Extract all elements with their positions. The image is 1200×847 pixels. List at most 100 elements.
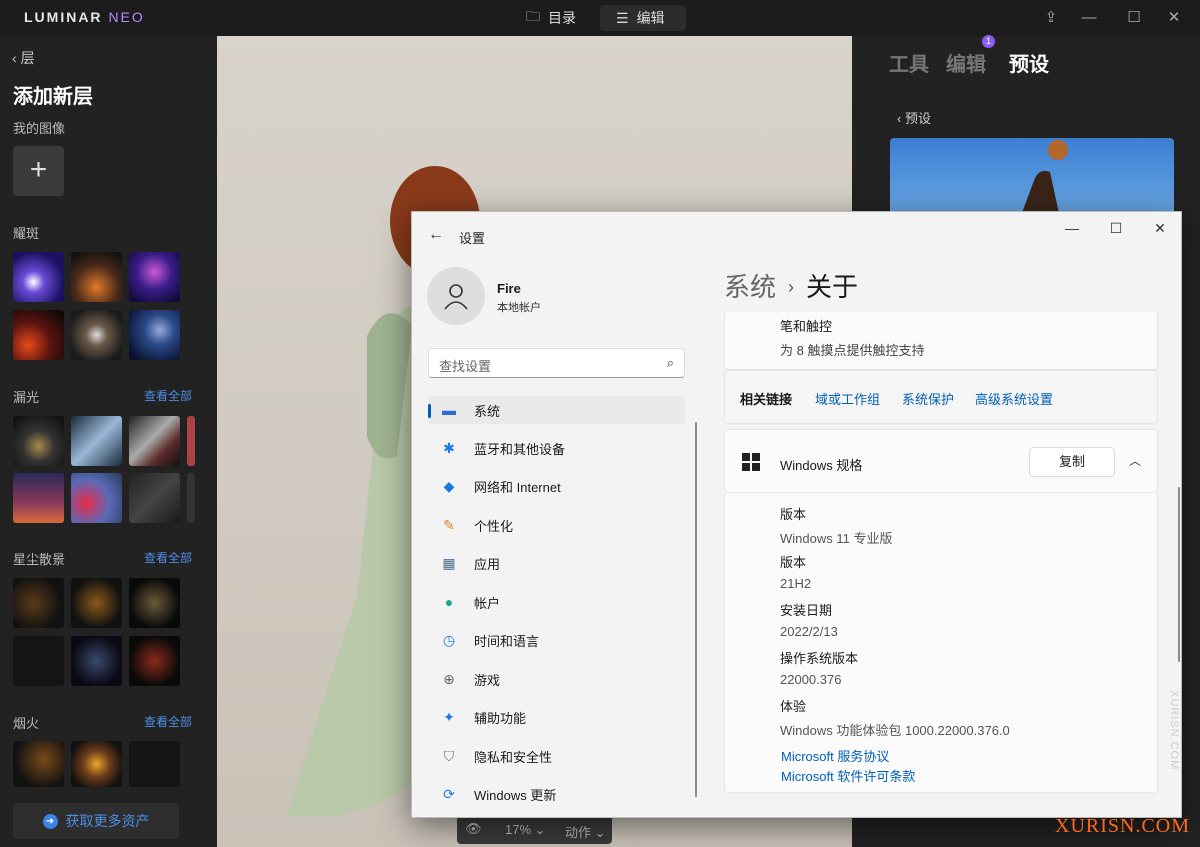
spec-label: 安装日期 <box>780 603 833 618</box>
firework-thumb[interactable] <box>13 741 64 787</box>
tab-edit[interactable]: 编辑 <box>946 48 986 77</box>
breadcrumb-current: 关于 <box>806 272 859 302</box>
windows-spec-title: Windows 规格 <box>780 458 863 473</box>
firework-thumb[interactable] <box>129 741 180 787</box>
stardust-thumb[interactable] <box>71 578 122 628</box>
spec-label: 版本 <box>780 555 807 570</box>
advanced-settings-link[interactable]: 高级系统设置 <box>975 389 1053 408</box>
license-terms-link[interactable]: Microsoft 软件许可条款 <box>781 766 915 785</box>
leak-thumb[interactable] <box>187 416 195 466</box>
nav-item-privacy[interactable]: ⛉ 隐私和安全性 <box>428 742 685 770</box>
nav-item-gaming[interactable]: ⊕ 游戏 <box>428 665 685 693</box>
stardust-thumb[interactable] <box>71 636 122 686</box>
update-icon: ⟳ <box>443 785 455 802</box>
share-icon[interactable]: ⇪ <box>1041 8 1061 28</box>
add-image-button[interactable]: + <box>13 146 64 196</box>
bluetooth-icon: ✱ <box>443 439 455 456</box>
eye-icon[interactable]: 👁 <box>465 821 482 837</box>
flare-thumb[interactable] <box>71 252 122 302</box>
avatar[interactable] <box>427 267 485 325</box>
leak-thumb[interactable] <box>71 473 122 523</box>
tab-presets[interactable]: 预设 <box>1009 48 1049 77</box>
settings-window: ← 设置 — ☐ ✕ Fire 本地帐户 查找设置 ⌕ ▬ 系统 ✱ 蓝牙和其他设备… <box>411 211 1182 818</box>
back-arrow-icon[interactable]: ← <box>428 226 444 244</box>
nav-scrollbar[interactable] <box>695 422 697 797</box>
get-more-assets-button[interactable]: ➜ 获取更多资产 <box>13 803 179 839</box>
search-input[interactable]: 查找设置 ⌕ <box>428 348 685 378</box>
nav-item-accounts[interactable]: ● 帐户 <box>428 588 685 616</box>
preset-thumbnail[interactable] <box>890 138 1174 218</box>
minimize-icon[interactable]: — <box>1079 8 1099 28</box>
content-scrollbar[interactable] <box>1178 487 1180 662</box>
actions-menu[interactable]: 动作 ⌄ <box>565 822 606 841</box>
flare-thumb[interactable] <box>129 252 180 302</box>
stardust-thumb[interactable] <box>13 636 64 686</box>
stardust-thumb[interactable] <box>129 636 180 686</box>
nav-item-accessibility[interactable]: ✦ 辅助功能 <box>428 703 685 731</box>
chevron-right-icon: › <box>788 277 795 297</box>
stardust-thumb[interactable] <box>187 636 195 686</box>
system-protection-link[interactable]: 系统保护 <box>902 389 954 408</box>
chevron-up-icon[interactable]: ︿ <box>1129 452 1141 469</box>
stardust-thumb[interactable] <box>13 578 64 628</box>
view-all-link[interactable]: 查看全部 <box>144 549 192 566</box>
section-title: 耀斑 <box>13 226 40 241</box>
section-title: 烟火 <box>13 716 40 731</box>
nav-item-personalization[interactable]: ✎ 个性化 <box>428 511 685 539</box>
zoom-select[interactable]: 17% ⌄ <box>505 822 546 838</box>
nav-item-bluetooth[interactable]: ✱ 蓝牙和其他设备 <box>428 434 685 462</box>
app-logo: LUMINAR NEO <box>24 9 145 25</box>
leak-thumb[interactable] <box>129 416 180 466</box>
copy-button[interactable]: 复制 <box>1029 447 1115 477</box>
network-icon: ◆ <box>443 477 455 494</box>
edit-button[interactable]: ☰ 编辑 <box>600 5 686 31</box>
account-icon: ● <box>444 594 454 610</box>
nav-item-system[interactable]: ▬ 系统 <box>428 396 685 424</box>
view-all-link[interactable]: 查看全部 <box>144 387 192 404</box>
leak-thumb[interactable] <box>13 416 64 466</box>
system-icon: ▬ <box>442 402 456 418</box>
notification-badge: 1 <box>982 35 995 48</box>
nav-item-network[interactable]: ◆ 网络和 Internet <box>428 472 685 500</box>
firework-thumb[interactable] <box>187 741 195 787</box>
spec-value: 22000.376 <box>780 672 842 687</box>
leak-thumb[interactable] <box>13 473 64 523</box>
spec-value: Windows 功能体验包 1000.22000.376.0 <box>780 723 1010 738</box>
back-layers-button[interactable]: ‹ 层 <box>12 48 35 68</box>
back-presets-button[interactable]: ‹ 预设 <box>897 108 931 127</box>
leak-thumb[interactable] <box>129 473 180 523</box>
nav-item-windows-update[interactable]: ⟳ Windows 更新 <box>428 780 685 808</box>
domain-workgroup-link[interactable]: 域或工作组 <box>815 389 880 408</box>
related-links-label: 相关链接 <box>740 392 793 407</box>
flare-thumb[interactable] <box>129 310 180 360</box>
sliders-icon: ☰ <box>616 9 629 26</box>
search-icon: ⌕ <box>666 355 674 370</box>
catalog-button[interactable]: 🗀 目录 <box>510 5 592 31</box>
flare-thumb[interactable] <box>13 252 64 302</box>
windows-logo-icon <box>742 453 760 476</box>
gamepad-icon: ⊕ <box>443 670 455 687</box>
time-icon: ◷ <box>442 631 456 648</box>
flare-thumb[interactable] <box>71 310 122 360</box>
stardust-thumb[interactable] <box>129 578 180 628</box>
brush-icon: ✎ <box>443 516 455 533</box>
maximize-icon[interactable]: ☐ <box>1124 8 1144 28</box>
minimize-icon[interactable]: — <box>1064 220 1080 236</box>
my-images-label: 我的图像 <box>13 121 66 136</box>
view-all-link[interactable]: 查看全部 <box>144 713 192 730</box>
close-icon[interactable]: ✕ <box>1152 220 1168 237</box>
spec-label: 操作系统版本 <box>780 651 859 666</box>
nav-item-apps[interactable]: ▦ 应用 <box>428 549 685 577</box>
flare-thumb[interactable] <box>13 310 64 360</box>
firework-thumb[interactable] <box>71 741 122 787</box>
leak-thumb[interactable] <box>71 416 122 466</box>
close-icon[interactable]: ✕ <box>1164 8 1184 28</box>
service-agreement-link[interactable]: Microsoft 服务协议 <box>781 746 889 765</box>
breadcrumb-parent[interactable]: 系统 <box>724 272 776 302</box>
nav-item-time-language[interactable]: ◷ 时间和语言 <box>428 626 685 654</box>
stardust-thumb[interactable] <box>187 578 195 628</box>
maximize-icon[interactable]: ☐ <box>1108 220 1124 237</box>
spec-value: Windows 11 专业版 <box>780 531 893 546</box>
tab-tools[interactable]: 工具 <box>889 48 929 77</box>
leak-thumb[interactable] <box>187 473 195 523</box>
